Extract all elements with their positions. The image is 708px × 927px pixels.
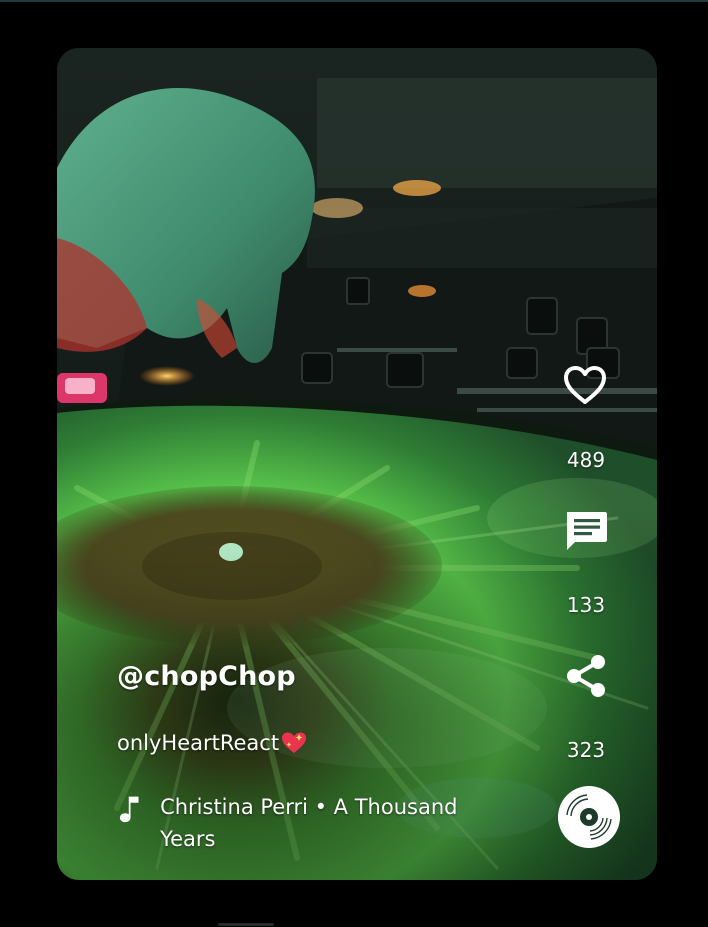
share-icon[interactable] [564,653,608,699]
music-note-icon [119,796,139,823]
music-track-title: Christina Perri • A Thousand Years [160,795,458,851]
comment-bubble-icon[interactable] [563,508,609,554]
caption-text: onlyHeartReact [117,731,280,755]
sparkling-heart-icon [282,732,307,753]
post-caption: onlyHeartReact [117,731,307,755]
share-count: 323 [566,738,606,762]
like-count: 489 [566,448,606,472]
video-card[interactable]: @chopChop onlyHeartReact Christina Perri… [57,48,657,880]
window-top-border [0,0,708,2]
author-username[interactable]: @chopChop [117,661,296,692]
music-info[interactable]: Christina Perri • A Thousand Years [119,791,479,855]
scroll-indicator[interactable] [218,923,274,926]
comment-count: 133 [566,593,606,617]
vinyl-disc-icon[interactable] [557,785,621,849]
heart-outline-icon[interactable] [562,364,608,406]
